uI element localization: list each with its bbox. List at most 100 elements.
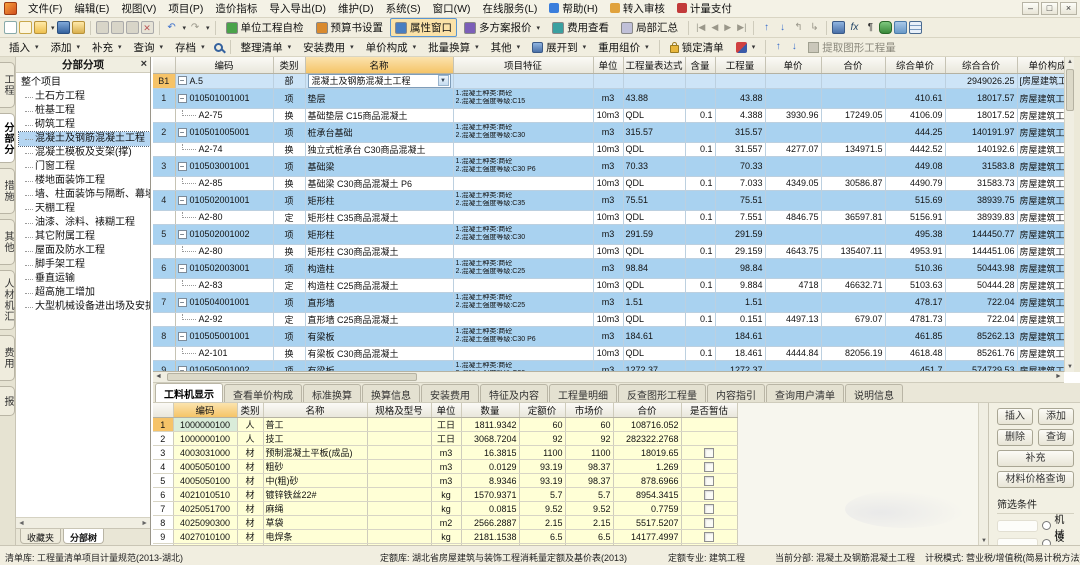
cell-quantity[interactable]: 7.033: [715, 176, 765, 190]
cell-unit-price[interactable]: [765, 122, 821, 142]
cell-price-file[interactable]: 房屋建筑工程: [1017, 88, 1064, 108]
provisional-checkbox[interactable]: [704, 448, 714, 458]
save-all-icon[interactable]: [72, 21, 85, 34]
cell-row-number[interactable]: [153, 142, 175, 156]
query-button[interactable]: 查询: [1038, 429, 1074, 446]
cell-name[interactable]: 矩形柱: [305, 224, 453, 244]
move-down-icon[interactable]: ↓: [787, 40, 801, 54]
cell-unit[interactable]: [593, 73, 623, 88]
cell-comp-total[interactable]: 38939.75: [945, 190, 1017, 210]
cell-total[interactable]: 36597.81: [821, 210, 885, 224]
cell-unit-price[interactable]: [765, 156, 821, 176]
boq-column-header[interactable]: 工程量: [715, 57, 765, 73]
cell-total[interactable]: 5517.5207: [613, 516, 681, 530]
cell-category[interactable]: 材: [237, 516, 263, 530]
cell-comp-total[interactable]: 140192.6: [945, 142, 1017, 156]
boq-sub-row[interactable]: A2-83定构造柱 C25商品混凝土10m3QDL0.19.8844718466…: [153, 278, 1064, 292]
cell-category[interactable]: 材: [237, 488, 263, 502]
cell-expression[interactable]: 291.59: [623, 224, 685, 244]
cell-quantity[interactable]: [715, 73, 765, 88]
cell-content[interactable]: 0.1: [685, 176, 715, 190]
menu-item[interactable]: 帮助(H): [543, 0, 604, 17]
cell-name[interactable]: 桩承台基础: [305, 122, 453, 142]
cell-content[interactable]: 0.1: [685, 244, 715, 258]
cell-total[interactable]: 18019.65: [613, 446, 681, 460]
cell-category[interactable]: 部: [273, 73, 305, 88]
boq-item-row[interactable]: 8−010505001001项有梁板1.混凝土种类:商砼2.混凝土强度等级:C3…: [153, 326, 1064, 346]
cell-category[interactable]: 项: [273, 88, 305, 108]
cell-category[interactable]: 材: [237, 446, 263, 460]
detail-tab[interactable]: 说明信息: [845, 384, 903, 402]
cell-total[interactable]: 14177.4997: [613, 530, 681, 544]
cell-market-price[interactable]: 98.37: [565, 460, 613, 474]
detail-tab[interactable]: 内容指引: [707, 384, 765, 402]
cell-name[interactable]: 基础梁: [305, 156, 453, 176]
redo-dropdown-icon[interactable]: ▾: [206, 24, 210, 32]
copy-icon[interactable]: [111, 21, 124, 34]
cell-comp-unit-price[interactable]: 4953.91: [885, 244, 945, 258]
cell-quantity[interactable]: 98.84: [715, 258, 765, 278]
cell-market-price[interactable]: 1100: [565, 446, 613, 460]
cell-row-number[interactable]: 7: [153, 292, 175, 312]
cell-price-file[interactable]: 房屋建筑工程: [1017, 190, 1064, 210]
boq-item-row[interactable]: 1−010501001001项垫层1.混凝土种类:商砼2.混凝土强度等级:C15…: [153, 88, 1064, 108]
cell-content[interactable]: 0.1: [685, 312, 715, 326]
cell-comp-total[interactable]: 85262.13: [945, 326, 1017, 346]
cell-content[interactable]: [685, 156, 715, 176]
collapse-icon[interactable]: −: [178, 264, 187, 273]
detail-column-header[interactable]: 类别: [237, 403, 263, 418]
sidebar-bottom-tab[interactable]: 分部树: [63, 529, 104, 544]
stamp-button[interactable]: ▾: [731, 40, 761, 55]
tree-item[interactable]: 桩基工程: [19, 104, 150, 118]
action-dropdown-3[interactable]: 单价构成▾: [361, 38, 422, 57]
cell-comp-unit-price[interactable]: 461.85: [885, 326, 945, 346]
provisional-checkbox[interactable]: [704, 518, 714, 528]
cell-quantity[interactable]: 2181.1538: [461, 530, 519, 544]
cell-market-price[interactable]: 60: [565, 418, 613, 432]
delete-button[interactable]: 删除: [997, 429, 1033, 446]
cell-row-number[interactable]: [153, 210, 175, 224]
action-dropdown-5[interactable]: 其他▾: [486, 38, 526, 57]
cell-row-number[interactable]: 2: [153, 122, 175, 142]
cell-name[interactable]: 基础垫层 C15商品混凝土: [305, 108, 453, 122]
open-dropdown-icon[interactable]: ▾: [51, 24, 55, 32]
cell-content[interactable]: 0.1: [685, 278, 715, 292]
move-up-icon[interactable]: ↑: [771, 40, 785, 54]
nav-prev-icon[interactable]: ◀: [709, 22, 720, 33]
cell-row-number[interactable]: 8: [153, 516, 173, 530]
cell-quantity[interactable]: 4.388: [715, 108, 765, 122]
cell-unit-price[interactable]: [765, 190, 821, 210]
cell-content[interactable]: [685, 73, 715, 88]
cell-code[interactable]: 4003031000: [173, 446, 237, 460]
cell-unit[interactable]: m3: [431, 474, 461, 488]
tree-item[interactable]: 脚手架工程: [19, 258, 150, 272]
formula-icon[interactable]: fx: [847, 21, 861, 35]
cell-unit[interactable]: 10m3: [593, 142, 623, 156]
cell-unit[interactable]: m3: [593, 122, 623, 142]
cell-category[interactable]: 定: [273, 278, 305, 292]
action-dropdown-4[interactable]: 批量换算▾: [423, 38, 484, 57]
cell-category[interactable]: 材: [237, 460, 263, 474]
cell-price-file[interactable]: 房屋建筑工程: [1017, 346, 1064, 360]
cell-code[interactable]: −010501005001: [175, 122, 273, 142]
cell-quantity[interactable]: 9.884: [715, 278, 765, 292]
collapse-icon[interactable]: −: [178, 162, 187, 171]
cell-unit-price[interactable]: 4846.75: [765, 210, 821, 224]
menu-item[interactable]: 在线服务(L): [476, 0, 543, 17]
tree-item[interactable]: 屋面及防水工程: [19, 244, 150, 258]
boq-item-row[interactable]: 3−010503001001项基础梁1.混凝土种类:商砼2.混凝土强度等级:C3…: [153, 156, 1064, 176]
cell-row-number[interactable]: 4: [153, 190, 175, 210]
cell-base-price[interactable]: 93.19: [519, 460, 565, 474]
cell-content[interactable]: 0.1: [685, 108, 715, 122]
cell-name[interactable]: 独立式桩承台 C30商品混凝土: [305, 142, 453, 156]
sidebar-bottom-tab[interactable]: 收藏夹: [20, 529, 61, 544]
cell-unit[interactable]: 10m3: [593, 278, 623, 292]
cell-category[interactable]: 项: [273, 156, 305, 176]
cell-unit[interactable]: m3: [593, 360, 623, 372]
detail-column-header[interactable]: 名称: [263, 403, 367, 418]
boq-column-header[interactable]: 工程量表达式: [623, 57, 685, 73]
toolbar-button-2[interactable]: 预算书设置: [311, 18, 389, 37]
cell-row-number[interactable]: [153, 108, 175, 122]
save-icon[interactable]: [57, 21, 70, 34]
cell-unit[interactable]: 工日: [431, 432, 461, 446]
